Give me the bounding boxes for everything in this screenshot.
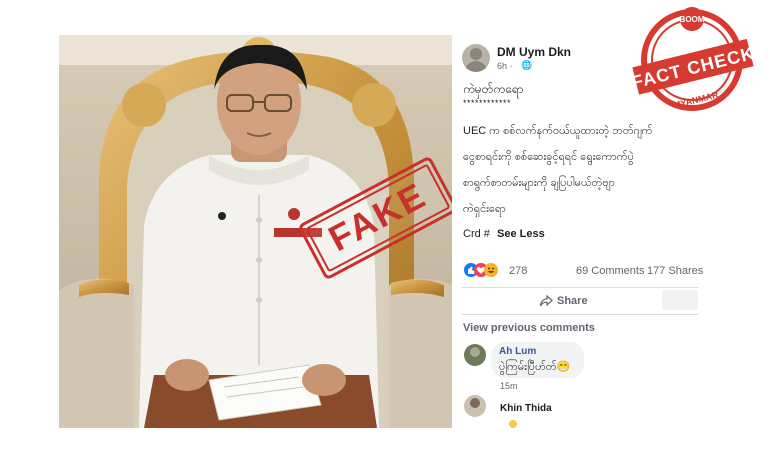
post-heading: ကဲမှတ်ကရော (463, 82, 524, 96)
post-stars: ************ (463, 98, 512, 108)
crd-text: Crd # (463, 228, 490, 240)
badge-boom-text: BOOM (680, 15, 705, 24)
haha-reaction-icon (484, 263, 498, 277)
comment-text: ပွဲကြမ်းပြီဟ်တ်😁 (499, 361, 571, 373)
shares-count[interactable]: 177 Shares (647, 265, 703, 277)
share-button[interactable]: Share (557, 295, 588, 307)
author-avatar[interactable] (462, 44, 490, 72)
audience-selector[interactable] (662, 290, 698, 310)
divider-bottom (462, 314, 698, 315)
comment-author[interactable]: Ah Lum (499, 346, 536, 357)
post-body-line2: ငွေစာရင်းကို စစ်ဆေးခွင့်ရရင် ရွေးကောက်ပွ… (463, 151, 634, 163)
author-name[interactable]: DM Uym Dkn (497, 45, 571, 59)
comment-author-2[interactable]: Khin Thida (500, 403, 552, 414)
globe-icon: 🌐 (521, 60, 533, 70)
emoji-partial-icon (509, 420, 517, 428)
see-less-link[interactable]: See Less (497, 228, 545, 240)
comment-time[interactable]: 15m (500, 381, 518, 391)
fact-check-badge: BOOM FACT CHECK MYANMAR (630, 7, 757, 111)
reactions-count[interactable]: 278 (509, 265, 527, 277)
divider-top (462, 287, 698, 288)
view-previous-comments-link[interactable]: View previous comments (463, 322, 595, 334)
share-icon (539, 294, 553, 308)
post-body-line1: UEC က စစ်လက်နက်ဝယ်ယူထားတဲ့ ဘတ်ဂျက် (463, 125, 653, 137)
post-time[interactable]: 6h · (497, 61, 513, 71)
post-body-line3: စာရွက်စာတမ်းများကို ချပြပါမယ်တဲ့ဗျာ (463, 177, 615, 189)
commenter-avatar-2[interactable] (464, 395, 486, 417)
post-body-line4: ကဲရှင်းရော (463, 203, 506, 215)
comments-count[interactable]: 69 Comments (576, 265, 644, 277)
commenter-avatar[interactable] (464, 344, 486, 366)
